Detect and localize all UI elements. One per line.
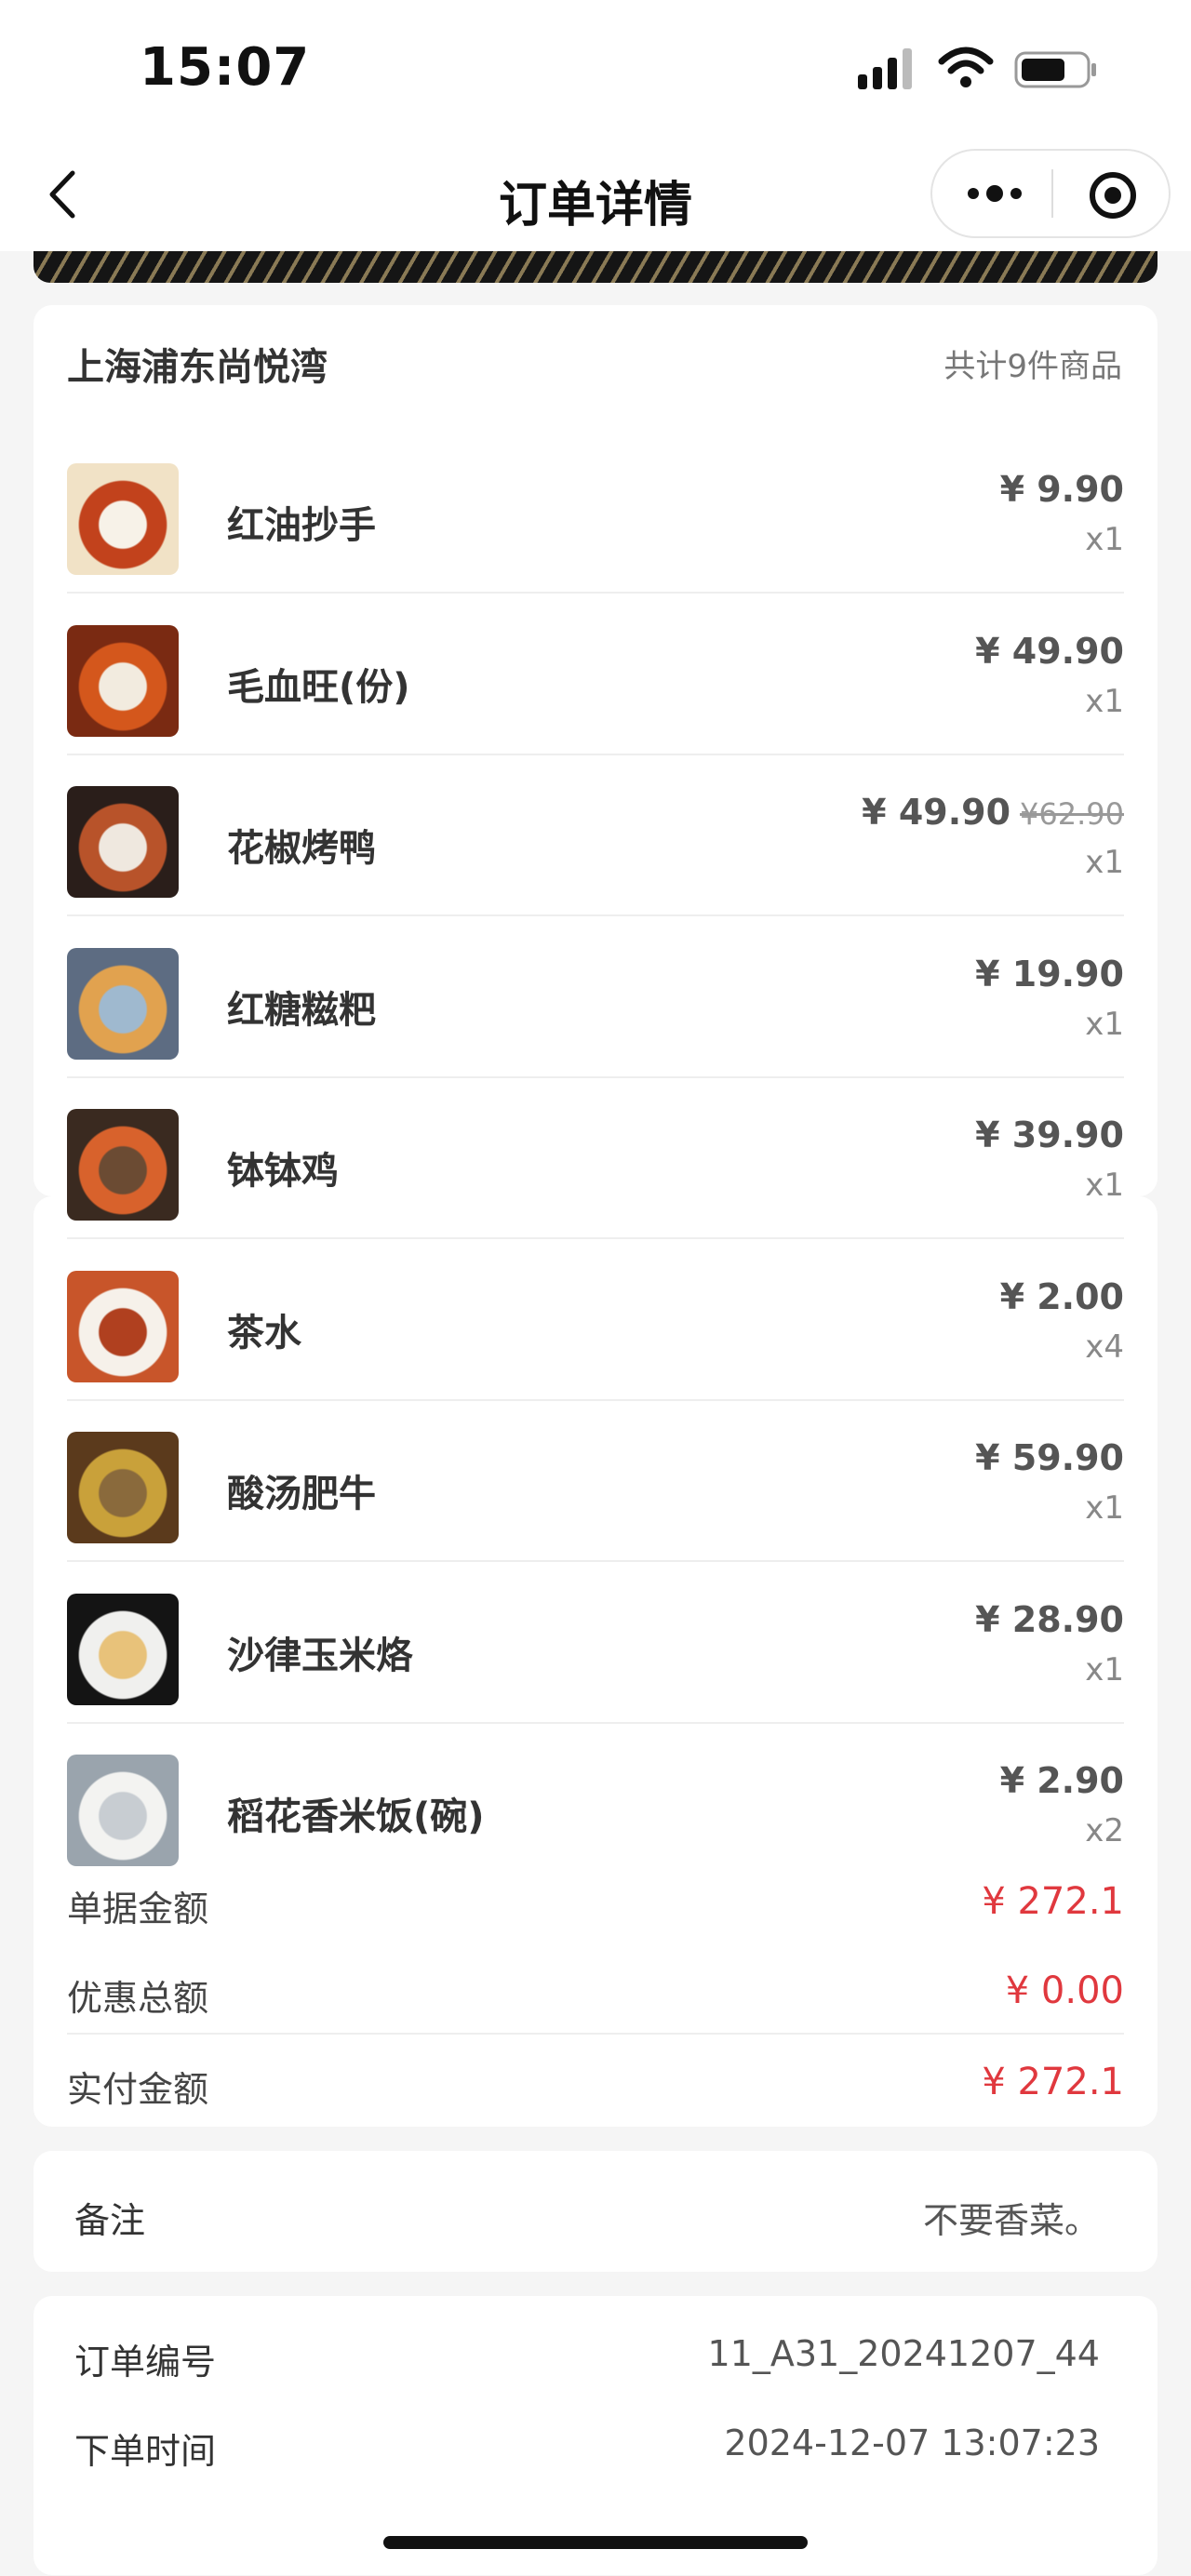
- dish-quantity: x1: [1085, 1650, 1124, 1688]
- status-bar: 15:07: [0, 0, 1191, 140]
- nav-bar: 订单详情: [0, 140, 1191, 251]
- dish-thumbnail: [67, 947, 179, 1060]
- dish-quantity: x1: [1085, 521, 1124, 558]
- dish-quantity: x1: [1085, 682, 1124, 720]
- remark-card: 备注 不要香菜。: [33, 2151, 1158, 2272]
- dish-name: 红油抄手: [227, 504, 376, 547]
- order-number-label: 订单编号: [74, 2342, 217, 2382]
- dish-price-value: ¥ 39.90: [975, 1114, 1124, 1155]
- dish-price: ¥ 9.90: [1000, 469, 1124, 510]
- summary-value: ¥ 272.1: [982, 1880, 1124, 1923]
- cellular-signal-icon: [858, 48, 912, 89]
- order-item-row: 沙律玉米烙 ¥ 28.90 x1: [67, 1562, 1124, 1724]
- summary-row: 优惠总额 ¥ 0.00: [67, 1951, 1124, 2035]
- order-info-card: 订单编号 11_A31_20241207_44 下单时间 2024-12-07 …: [33, 2296, 1158, 2575]
- dish-quantity: x1: [1085, 844, 1124, 881]
- dish-quantity: x1: [1085, 1005, 1124, 1043]
- order-item-row: 钵钵鸡 ¥ 39.90 x1: [67, 1077, 1124, 1239]
- remark-value: 不要香菜。: [922, 2200, 1100, 2241]
- summary-label: 优惠总额: [67, 1978, 209, 2019]
- battery-icon: [1014, 51, 1096, 88]
- remark-row: 备注 不要香菜。: [74, 2192, 1100, 2243]
- summary-row: 实付金额 ¥ 272.1: [67, 2042, 1124, 2126]
- order-time-label: 下单时间: [74, 2431, 217, 2472]
- dish-name: 稻花香米饭(碗): [227, 1795, 485, 1838]
- order-item-row: 花椒烤鸭 ¥ 49.90 ¥62.90 x1: [67, 754, 1124, 916]
- dish-price-value: ¥ 49.90: [975, 630, 1124, 672]
- dish-quantity: x1: [1085, 1167, 1124, 1204]
- miniprogram-capsule: [930, 149, 1171, 238]
- dish-price-value: ¥ 59.90: [975, 1437, 1124, 1478]
- wifi-icon: [938, 47, 994, 87]
- remark-label: 备注: [74, 2200, 146, 2241]
- dish-thumbnail: [67, 624, 179, 737]
- dish-thumbnail: [67, 1593, 179, 1705]
- dish-price-value: ¥ 2.00: [999, 1275, 1124, 1317]
- dish-price: ¥ 49.90: [975, 631, 1124, 672]
- summary-row: 单据金额 ¥ 272.1: [67, 1862, 1124, 1945]
- dish-price-value: ¥ 28.90: [975, 1598, 1124, 1640]
- dish-price: ¥ 59.90: [975, 1437, 1124, 1478]
- order-time-value: 2024-12-07 13:07:23: [724, 2423, 1100, 2463]
- dish-thumbnail: [67, 786, 179, 898]
- order-number-value: 11_A31_20241207_44: [707, 2333, 1100, 2374]
- store-banner: [33, 251, 1158, 283]
- dish-price-value: ¥ 9.90: [999, 469, 1124, 510]
- dish-price-value: ¥ 2.90: [999, 1760, 1124, 1801]
- dish-quantity: x2: [1085, 1812, 1124, 1849]
- dish-price: ¥ 28.90: [975, 1599, 1124, 1640]
- dish-price: ¥ 39.90: [975, 1114, 1124, 1155]
- dish-name: 酸汤肥牛: [227, 1473, 376, 1515]
- home-indicator: [383, 2536, 808, 2549]
- dish-name: 花椒烤鸭: [227, 827, 376, 870]
- dish-price-value: ¥ 19.90: [975, 953, 1124, 994]
- order-item-row: 红糖糍粑 ¥ 19.90 x1: [67, 916, 1124, 1078]
- dish-thumbnail: [67, 1432, 179, 1543]
- dish-price: ¥ 2.00: [1000, 1276, 1124, 1317]
- dish-original-price: ¥62.90: [1020, 796, 1124, 832]
- item-count: 共计9件商品: [943, 348, 1122, 385]
- dish-name: 茶水: [227, 1311, 301, 1355]
- dish-thumbnail: [67, 1109, 179, 1221]
- store-name: 上海浦东尚悦湾: [67, 346, 328, 389]
- capsule-divider: [1051, 169, 1053, 218]
- close-miniprogram-icon[interactable]: [1083, 166, 1143, 225]
- summary-value: ¥ 0.00: [1005, 1969, 1124, 2012]
- dish-thumbnail: [67, 1755, 179, 1866]
- dish-name: 毛血旺(份): [227, 665, 410, 709]
- order-number-row: 订单编号 11_A31_20241207_44: [74, 2333, 1100, 2384]
- order-item-row: 茶水 ¥ 2.00 x4: [67, 1239, 1124, 1401]
- order-item-row: 红油抄手 ¥ 9.90 x1: [67, 432, 1124, 594]
- dish-thumbnail: [67, 1270, 179, 1382]
- row-divider: [67, 2033, 1124, 2035]
- order-item-row: 毛血旺(份) ¥ 49.90 x1: [67, 594, 1124, 755]
- summary-value: ¥ 272.1: [982, 2061, 1124, 2103]
- dish-thumbnail: [67, 463, 179, 575]
- dish-price: ¥ 49.90 ¥62.90: [862, 792, 1124, 833]
- order-item-row: 酸汤肥牛 ¥ 59.90 x1: [67, 1400, 1124, 1562]
- dish-price-value: ¥ 49.90: [862, 792, 1011, 833]
- dish-name: 红糖糍粑: [227, 988, 376, 1032]
- dish-name: 沙律玉米烙: [227, 1634, 413, 1677]
- status-time: 15:07: [140, 37, 311, 98]
- dish-name: 钵钵鸡: [227, 1150, 339, 1193]
- summary-label: 实付金额: [67, 2069, 209, 2110]
- dish-quantity: x1: [1085, 1489, 1124, 1527]
- summary-label: 单据金额: [67, 1889, 209, 1929]
- order-item-row: 稻花香米饭(碗) ¥ 2.90 x2: [67, 1723, 1124, 1885]
- dish-quantity: x4: [1085, 1328, 1124, 1366]
- more-icon[interactable]: [960, 166, 1029, 221]
- dish-price: ¥ 19.90: [975, 954, 1124, 994]
- dish-price: ¥ 2.90: [1000, 1760, 1124, 1801]
- order-time-row: 下单时间 2024-12-07 13:07:23: [74, 2423, 1100, 2474]
